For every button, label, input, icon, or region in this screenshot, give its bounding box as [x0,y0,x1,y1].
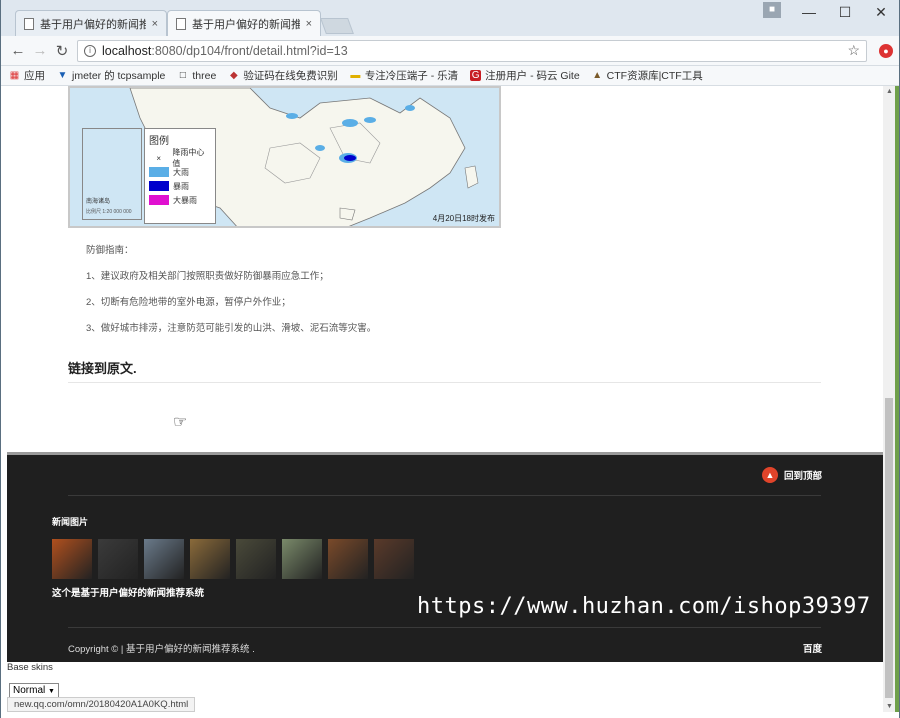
chevron-up-icon: ▲ [761,467,778,483]
minimize-button[interactable]: — [791,0,827,24]
news-thumbnails [52,539,420,579]
news-images-heading: 新闻图片 [52,517,89,527]
info-icon[interactable]: i [84,44,96,57]
vertical-scrollbar[interactable]: ▲ ▼ [883,86,895,712]
page-icon [176,17,186,30]
guide-title: 防御指南： [86,245,134,256]
url-path: :8080/dp104/front/detail.html?id=13 [151,43,348,58]
map-date: 4月20日18时发布 [432,214,495,223]
scroll-down-icon[interactable]: ▼ [886,703,893,710]
bookmark-captcha[interactable]: ◆ 验证码在线免费识别 [228,68,338,83]
cross-marker-icon: × [156,153,161,163]
bookmark-gitee[interactable]: G 注册用户 - 码云 Gite [470,68,580,83]
ctf-icon: ▲ [592,70,603,81]
close-icon[interactable]: × [306,18,312,30]
bookmark-apps[interactable]: ▦ 应用 [9,68,45,83]
bookmarks-bar: ▦ 应用 ▼ jmeter 的 tcpsample □ three ◆ 验证码在线免费识… [1,66,899,86]
guide-item: 1、建议政府及相关部门按照职责做好防御暴雨应急工作； [86,271,329,282]
scroll-up-icon[interactable]: ▲ [886,88,893,95]
shield-icon: ▼ [57,70,68,81]
folder-icon: ▬ [350,70,361,81]
new-tab-button[interactable] [320,18,354,34]
news-thumbnail[interactable] [236,539,276,579]
close-icon[interactable]: × [152,18,158,30]
guide-item: 3、做好城市排涝，注意防范可能引发的山洪、滑坡、泥石流等灾害。 [86,323,377,334]
news-thumbnail[interactable] [190,539,230,579]
page-icon: □ [179,70,186,81]
tab-strip: 基于用户偏好的新闻推荐 × 基于用户偏好的新闻推荐 × ■ — ☐ ✕ [1,0,899,36]
scrollbar-thumb[interactable] [885,398,893,698]
news-thumbnail[interactable] [282,539,322,579]
divider [68,627,821,628]
reload-icon[interactable]: ↻ [51,42,73,60]
south-sea-inset: 南海诸岛 比例尺 1:20 000 000 [82,128,142,220]
address-bar[interactable]: i localhost :8080/dp104/front/detail.htm… [77,39,867,62]
news-thumbnail[interactable] [328,539,368,579]
bookmark-star-icon[interactable]: ☆ [847,42,860,59]
tab-news-1[interactable]: 基于用户偏好的新闻推荐 × [15,10,167,36]
back-arrow-icon[interactable]: ← [7,42,29,59]
forward-arrow-icon[interactable]: → [29,42,51,59]
baidu-link[interactable]: 百度 [803,641,822,655]
chevron-down-icon: ▼ [48,688,55,695]
desktop-background [895,86,899,712]
page-viewport: 南海诸岛 比例尺 1:20 000 000 图例 × 降雨中心值 大雨 暴雨 大暴… [7,86,883,712]
news-thumbnail[interactable] [374,539,414,579]
browser-toolbar: ← → ↻ i localhost :8080/dp104/front/deta… [1,36,899,66]
page-icon [24,17,34,30]
profile-icon[interactable]: ■ [763,2,781,18]
bookmark-ctf[interactable]: ▲ CTF资源库|CTF工具 [592,68,703,83]
rainfall-map: 南海诸岛 比例尺 1:20 000 000 图例 × 降雨中心值 大雨 暴雨 大暴… [68,86,501,228]
guide-item: 2、切断有危险地带的室外电源，暂停户外作业； [86,297,291,308]
news-thumbnail[interactable] [52,539,92,579]
news-thumbnail[interactable] [98,539,138,579]
status-bar-url: new.qq.com/omn/20180420A1A0KQ.html [7,697,196,712]
close-window-button[interactable]: ✕ [863,0,899,24]
extension-icon[interactable]: ● [879,43,893,58]
url-host: localhost [102,43,152,58]
bookmark-three[interactable]: □ three [177,70,216,82]
bookmark-terminal[interactable]: ▬ 专注冷压端子 - 乐清 [350,68,458,83]
skin-select[interactable]: Normal ▼ [9,683,59,698]
gitee-icon: G [470,70,482,81]
divider [68,382,821,383]
back-to-top-button[interactable]: ▲ 回到顶部 [761,467,822,483]
apps-grid-icon: ▦ [9,70,20,81]
original-link[interactable]: 链接到原文. [68,358,137,377]
tab-title: 基于用户偏好的新闻推荐 [40,18,146,31]
maximize-button[interactable]: ☐ [827,0,863,24]
tab-news-2[interactable]: 基于用户偏好的新闻推荐 × [167,10,321,36]
watermark-text: https://www.huzhan.com/ishop39397 [417,594,871,619]
browser-window: 基于用户偏好的新闻推荐 × 基于用户偏好的新闻推荐 × ■ — ☐ ✕ ← → … [0,0,900,718]
bookmark-jmeter[interactable]: ▼ jmeter 的 tcpsample [57,68,166,83]
hand-cursor-icon: ☞ [173,414,188,431]
divider [68,495,821,496]
base-skins-label: Base skins [7,662,53,673]
news-thumbnail[interactable] [144,539,184,579]
captcha-icon: ◆ [229,70,238,81]
page-footer: ▲ 回到顶部 新闻图片 这个是基于用户偏好的新闻推荐系统 Copyright ©… [7,452,883,662]
copyright-text: Copyright © | 基于用户偏好的新闻推荐系统 . [68,644,255,655]
system-title: 这个是基于用户偏好的新闻推荐系统 [52,588,205,599]
tab-title: 基于用户偏好的新闻推荐 [192,18,300,31]
map-legend: 图例 × 降雨中心值 大雨 暴雨 大暴雨 [144,128,216,224]
